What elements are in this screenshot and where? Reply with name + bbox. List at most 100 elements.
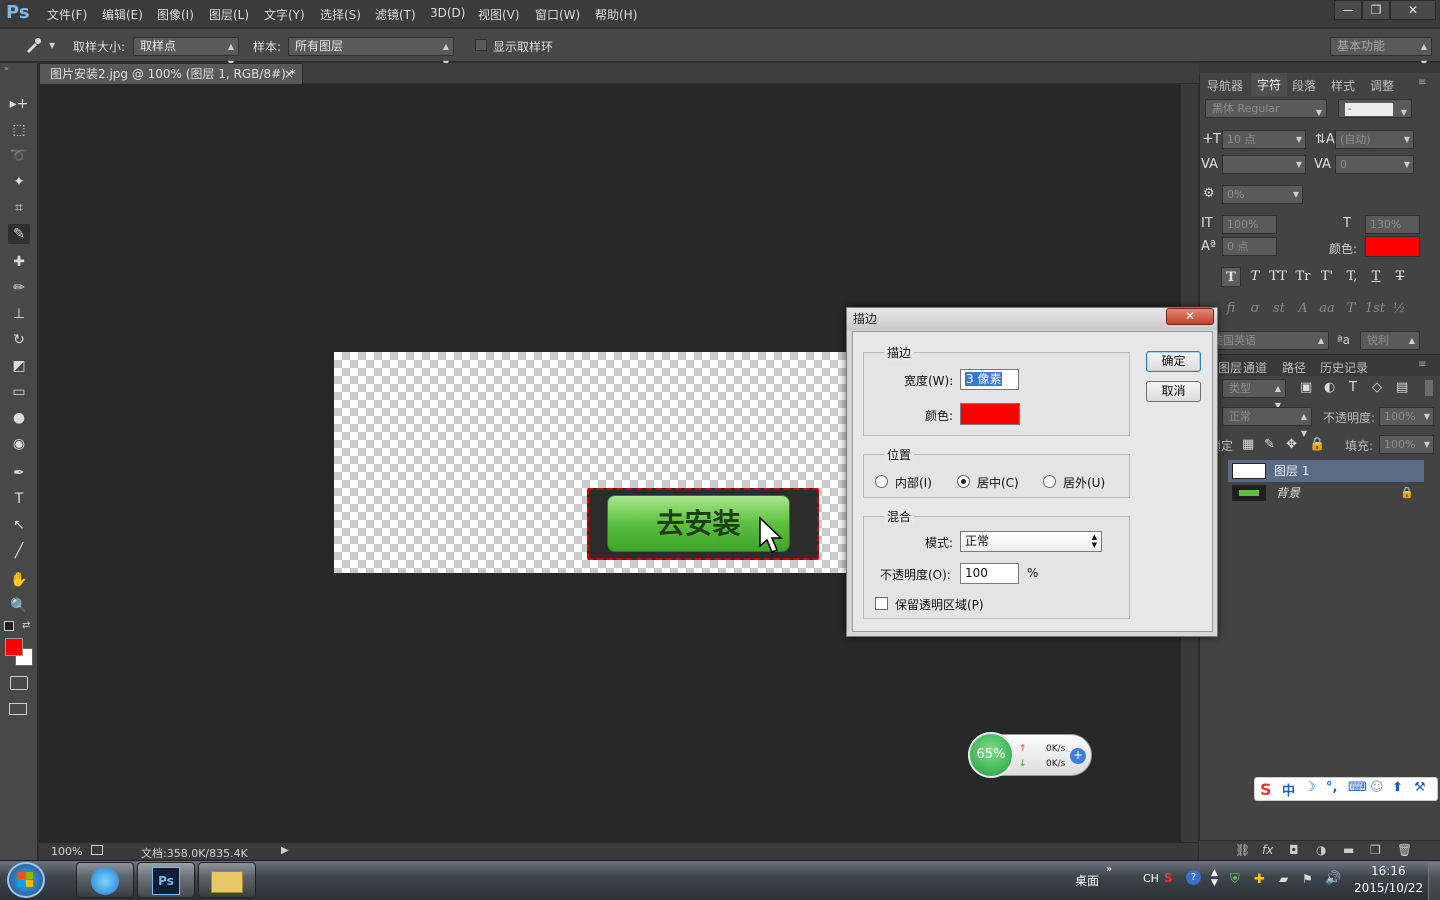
opentype-button[interactable]: ½ xyxy=(1388,299,1410,319)
stroke-color-swatch[interactable] xyxy=(960,403,1020,425)
marquee-icon[interactable]: ⬚ xyxy=(8,120,30,140)
ok-button[interactable]: 确定 xyxy=(1146,351,1201,372)
filter-shape-icon[interactable]: ◇ xyxy=(1372,380,1382,395)
zoom-icon[interactable]: 🔍 xyxy=(8,596,30,616)
tab-layers[interactable]: 图层 xyxy=(1218,359,1242,376)
menu-filter[interactable]: 滤镜(T) xyxy=(375,6,416,23)
menu-help[interactable]: 帮助(H) xyxy=(595,6,637,23)
sample-select[interactable]: 所有图层▲▼ xyxy=(288,37,454,68)
share-icon[interactable] xyxy=(91,845,103,855)
tab-navigator[interactable]: 导航器 xyxy=(1207,77,1243,94)
show-desktop-button[interactable] xyxy=(1428,862,1440,900)
blend-mode-select[interactable]: 正常 ▲ ▼ xyxy=(1222,407,1312,438)
move-icon[interactable]: ▸+ xyxy=(8,94,30,114)
ime-tools-icon[interactable]: ⚒ xyxy=(1414,780,1426,795)
folder-icon[interactable]: ▬ xyxy=(1343,843,1354,857)
tsume-input[interactable]: 0% ▼ xyxy=(1222,185,1303,204)
leading-input[interactable]: (自动) ▼ xyxy=(1335,130,1414,149)
type-style-button[interactable]: T xyxy=(1366,267,1386,287)
center-radio[interactable] xyxy=(957,475,970,488)
volume-icon[interactable]: 🔊 xyxy=(1325,871,1341,886)
path-select-icon[interactable]: ↖ xyxy=(8,515,30,535)
type-style-button[interactable]: TT xyxy=(1268,267,1288,287)
dialog-close-button[interactable]: ✕ xyxy=(1166,308,1214,325)
inside-radio[interactable] xyxy=(875,475,888,488)
menu-layer[interactable]: 图层(L) xyxy=(209,6,249,23)
tab-paragraph[interactable]: 段落 xyxy=(1292,77,1316,94)
boost-icon[interactable]: + xyxy=(1070,748,1086,764)
minimize-button[interactable]: — xyxy=(1334,0,1362,20)
opentype-button[interactable]: T xyxy=(1340,299,1362,319)
taskbar-explorer[interactable] xyxy=(198,862,256,898)
360-tray-icon[interactable]: ✚ xyxy=(1254,872,1265,887)
action-center-icon[interactable]: ⚑ xyxy=(1302,872,1313,886)
brush-icon[interactable]: ✏ xyxy=(8,278,30,298)
document-tab[interactable]: 图片安装2.jpg @ 100% (图层 1, RGB/8#) * × xyxy=(39,63,303,84)
opentype-button[interactable]: aa xyxy=(1316,299,1338,319)
tab-styles[interactable]: 样式 xyxy=(1331,77,1355,94)
font-size-input[interactable]: 10 点 ▼ xyxy=(1222,130,1306,149)
ime-update-icon[interactable]: ⬆ xyxy=(1392,780,1403,795)
input-language[interactable]: CH xyxy=(1143,872,1159,885)
horizontal-scale-input[interactable]: 130% xyxy=(1365,215,1420,234)
menu-file[interactable]: 文件(F) xyxy=(47,6,87,23)
font-family-select[interactable]: 黑体 Regular ▼ xyxy=(1205,99,1327,118)
type-style-button[interactable]: T xyxy=(1221,267,1241,287)
preserve-transparency-checkbox[interactable] xyxy=(875,597,888,610)
collapse-icon[interactable]: » xyxy=(4,64,9,73)
opacity-input[interactable]: 100% ▼ xyxy=(1379,407,1434,426)
ime-chinese-mode[interactable]: 中 xyxy=(1282,780,1295,799)
dodge-icon[interactable]: ◉ xyxy=(8,434,30,454)
menu-select[interactable]: 选择(S) xyxy=(320,6,361,23)
layer-row[interactable]: 图层 1 xyxy=(1228,460,1424,482)
sogou-logo-icon[interactable]: S xyxy=(1260,780,1272,799)
taskbar-browser[interactable] xyxy=(76,862,134,898)
language-select[interactable]: 美国英语▲▼ xyxy=(1205,331,1329,362)
tab-paths[interactable]: 路径 xyxy=(1282,359,1306,376)
pen-icon[interactable]: ✒ xyxy=(8,463,30,483)
dialog-opacity-input[interactable]: 100 xyxy=(960,563,1019,584)
lock-all-icon[interactable]: 🔒 xyxy=(1309,437,1325,452)
taskbar-photoshop[interactable]: Ps xyxy=(137,862,195,898)
opentype-button[interactable]: fi xyxy=(1220,299,1242,319)
menu-view[interactable]: 视图(V) xyxy=(478,6,520,23)
width-input[interactable]: 3 像素 xyxy=(960,369,1019,390)
screen-mode-icon[interactable] xyxy=(9,703,27,715)
adjustment-icon[interactable]: ◑ xyxy=(1316,843,1326,857)
eraser-icon[interactable]: ◩ xyxy=(8,356,30,376)
filter-toggle[interactable] xyxy=(1425,380,1433,396)
tab-channels[interactable]: 通道 xyxy=(1243,359,1267,376)
char-color-swatch[interactable] xyxy=(1365,236,1420,257)
tab-character[interactable]: 字符 xyxy=(1251,73,1288,96)
lasso-icon[interactable]: ➰ xyxy=(8,146,30,166)
font-style-select[interactable]: - ▼ xyxy=(1338,99,1412,118)
tray-expand-icon[interactable]: ▲ ▼ xyxy=(1211,868,1218,888)
mask-icon[interactable]: ◘ xyxy=(1289,843,1299,857)
eyedropper-preset-icon[interactable] xyxy=(24,36,44,54)
sogou-tray-icon[interactable]: S xyxy=(1164,871,1173,885)
type-style-button[interactable]: T xyxy=(1245,267,1265,287)
tab-history[interactable]: 历史记录 xyxy=(1320,359,1368,376)
sample-size-select[interactable]: 取样点▲▼ xyxy=(133,37,239,68)
ime-keyboard-icon[interactable]: ⌨ xyxy=(1348,780,1367,795)
zoom-level[interactable]: 100% xyxy=(51,845,82,858)
lock-transparency-icon[interactable]: ▦ xyxy=(1242,437,1254,452)
menu-3d[interactable]: 3D(D) xyxy=(430,6,465,20)
link-icon[interactable]: ⛓ xyxy=(1235,843,1250,857)
vertical-scale-input[interactable]: 100% xyxy=(1222,215,1277,234)
filter-image-icon[interactable]: ▣ xyxy=(1300,380,1312,395)
show-ring-checkbox[interactable] xyxy=(475,39,487,51)
toolbar-expand-icon[interactable]: » xyxy=(1106,864,1112,875)
kerning-input[interactable]: ▼ xyxy=(1222,155,1306,174)
default-colors-icon[interactable] xyxy=(4,621,14,631)
opentype-button[interactable]: A xyxy=(1292,299,1314,319)
clock-date[interactable]: 2015/10/22 xyxy=(1354,881,1423,895)
layers-menu-icon[interactable]: ≡ xyxy=(1418,359,1426,370)
menu-type[interactable]: 文字(Y) xyxy=(264,6,305,23)
gradient-icon[interactable]: ▭ xyxy=(8,382,30,402)
swap-colors-icon[interactable]: ⇄ xyxy=(22,620,30,631)
filter-type-icon[interactable]: T xyxy=(1349,380,1357,395)
network-tray-icon[interactable]: ▰ xyxy=(1279,872,1288,886)
menu-window[interactable]: 窗口(W) xyxy=(535,6,580,23)
workspace-select[interactable]: 基本功能▲▼ xyxy=(1330,37,1432,68)
